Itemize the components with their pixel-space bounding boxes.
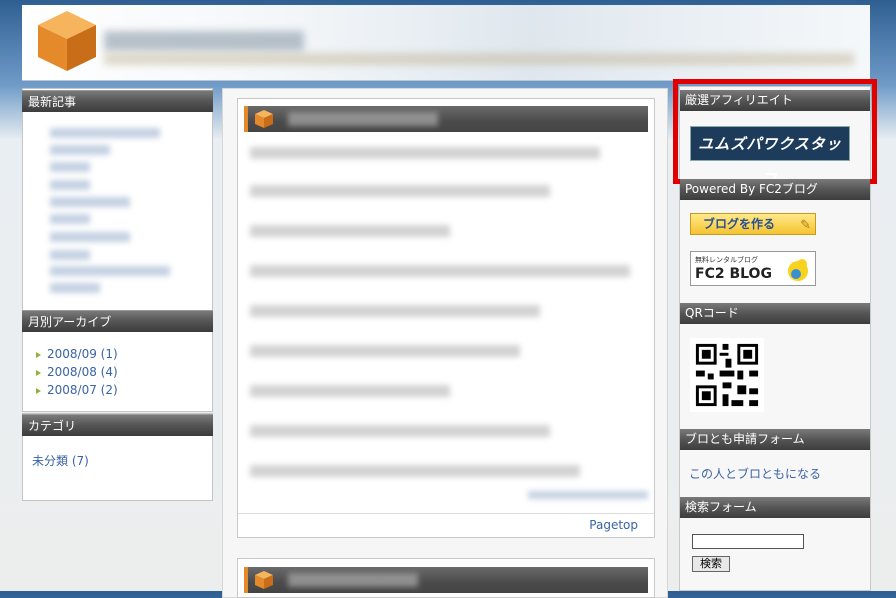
search-input[interactable]	[692, 534, 804, 549]
archive-link[interactable]: 2008/09 (1)	[47, 347, 118, 361]
post-title-bar	[244, 567, 648, 593]
blog-post	[237, 558, 655, 598]
cube-icon	[255, 571, 273, 589]
recent-post-link[interactable]	[50, 232, 130, 242]
powered-heading: Powered By FC2ブログ	[680, 179, 870, 200]
fc2-mascot-icon	[788, 259, 808, 281]
qr-heading: QRコード	[680, 303, 870, 324]
post-title-bar	[244, 106, 648, 132]
blog-post: Pagetop	[237, 98, 655, 538]
recent-post-link[interactable]	[50, 214, 90, 224]
become-friend-link[interactable]: この人とブロともになる	[689, 465, 821, 482]
post-title-blurred[interactable]	[288, 573, 418, 587]
recent-post-link[interactable]	[50, 266, 170, 276]
post-accent	[244, 106, 248, 132]
site-header	[22, 5, 870, 81]
divider	[238, 513, 654, 514]
recent-post-link[interactable]	[50, 145, 110, 155]
bullet-arrow-icon	[36, 369, 41, 376]
qr-code-icon	[690, 338, 764, 412]
post-text-blurred	[250, 185, 550, 197]
pencil-icon: ✎	[800, 218, 811, 233]
category-link[interactable]: 未分類 (7)	[32, 452, 89, 469]
profile-form-heading: ブロとも申請フォーム	[680, 429, 870, 450]
post-meta-blurred	[528, 491, 648, 499]
recent-post-link[interactable]	[50, 128, 160, 138]
post-text-blurred	[250, 385, 450, 397]
fc2-blog-banner[interactable]: 無料レンタルブログ FC2 BLOG	[690, 251, 816, 286]
post-text-blurred	[250, 147, 600, 159]
fc2-banner-tagline: 無料レンタルブログ	[695, 256, 758, 264]
archive-link[interactable]: 2008/07 (2)	[47, 383, 118, 397]
archive-item[interactable]: 2008/07 (2)	[36, 383, 118, 397]
recent-post-link[interactable]	[50, 180, 90, 190]
post-text-blurred	[250, 225, 450, 237]
bullet-arrow-icon	[36, 387, 41, 394]
archive-link[interactable]: 2008/08 (4)	[47, 365, 118, 379]
recent-post-link[interactable]	[50, 197, 130, 207]
site-title-blurred[interactable]	[104, 31, 304, 51]
recent-post-link[interactable]	[50, 283, 100, 293]
pagetop-link[interactable]: Pagetop	[589, 518, 638, 532]
recent-posts-heading: 最新記事	[22, 90, 213, 112]
post-text-blurred	[250, 305, 540, 317]
category-heading: カテゴリ	[22, 414, 213, 436]
fc2-banner-title: FC2 BLOG	[695, 266, 772, 282]
recent-post-link[interactable]	[50, 162, 90, 172]
archive-item[interactable]: 2008/09 (1)	[36, 347, 118, 361]
post-text-blurred	[250, 345, 520, 357]
bullet-arrow-icon	[36, 351, 41, 358]
recent-post-link[interactable]	[50, 250, 90, 260]
post-accent	[244, 567, 248, 593]
post-title-blurred[interactable]	[288, 112, 438, 126]
search-button[interactable]: 検索	[692, 556, 730, 572]
archive-item[interactable]: 2008/08 (4)	[36, 365, 118, 379]
cube-logo-icon[interactable]	[36, 9, 98, 73]
post-text-blurred	[250, 265, 630, 277]
create-blog-label: ブログを作る	[703, 217, 776, 231]
highlight-frame	[673, 79, 877, 184]
site-description-blurred	[104, 53, 854, 65]
post-text-blurred	[250, 425, 550, 437]
post-text-blurred	[250, 465, 580, 477]
create-blog-button[interactable]: ブログを作る ✎	[690, 213, 816, 235]
archive-heading: 月別アーカイブ	[22, 310, 213, 332]
search-heading: 検索フォーム	[680, 497, 870, 518]
cube-icon	[255, 110, 273, 128]
